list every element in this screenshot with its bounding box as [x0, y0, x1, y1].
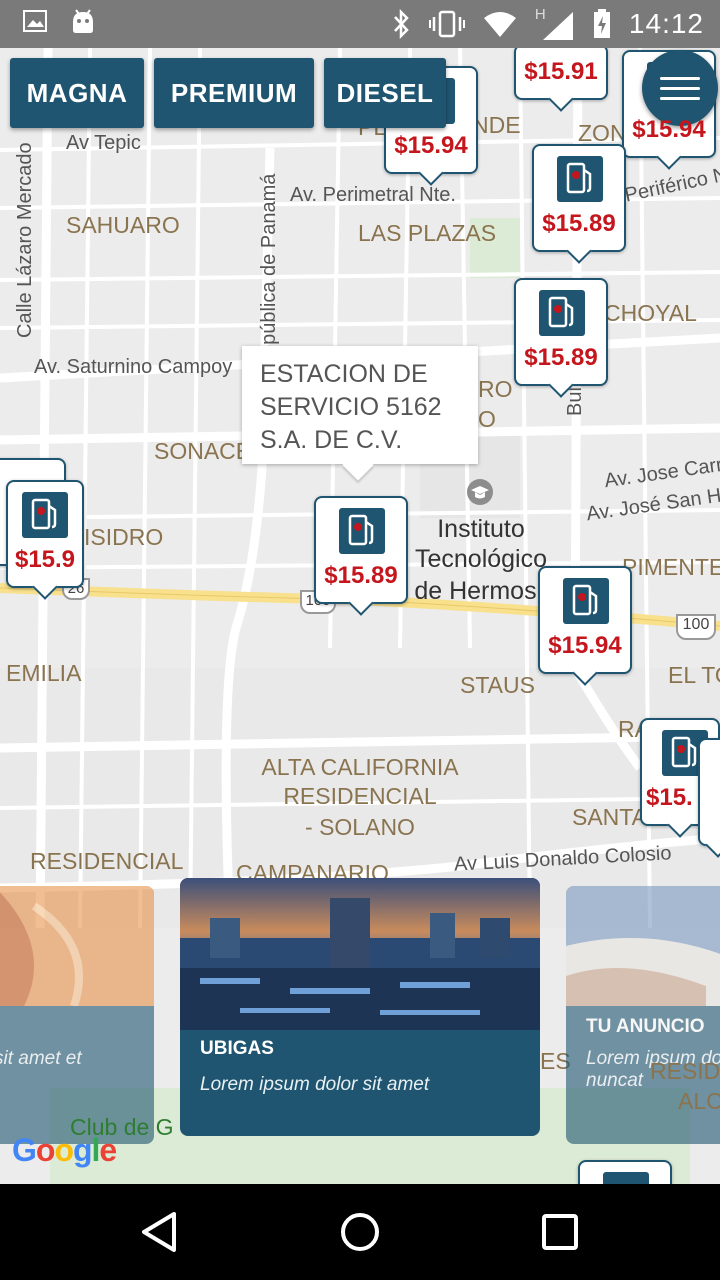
recents-button[interactable]	[530, 1204, 590, 1260]
battery-charging-icon	[593, 9, 610, 38]
back-icon	[142, 1212, 176, 1252]
image-icon	[23, 10, 47, 32]
neighborhood-label: ISIDRO	[84, 524, 164, 550]
price-label: $15.89	[542, 210, 616, 237]
map-view[interactable]: Av Tepic Calle Lázaro Mercado epública d…	[0, 48, 720, 1184]
price-label: $15.	[646, 784, 693, 811]
card-text: Lorem ipsum dolor sit amet	[200, 1074, 430, 1095]
ad-card[interactable]: UBIGAS Lorem ipsum dolor sit amet	[180, 878, 540, 1136]
neighborhood-label: PIMENTE	[622, 554, 720, 580]
neighborhood-label: SONACE	[154, 438, 252, 464]
google-logo: Google	[12, 1132, 117, 1168]
gas-pump-icon	[339, 508, 385, 554]
neighborhood-label: ALC	[678, 1088, 720, 1114]
card-text: sit amet et	[0, 1048, 82, 1069]
neighborhood-label: EL TO	[668, 662, 720, 688]
neighborhood-label: SAHUARO	[66, 212, 180, 238]
wifi-icon	[483, 12, 516, 37]
price-label: $15.89	[324, 562, 398, 589]
price-label: $15.94	[632, 116, 706, 143]
neighborhood-label: RESIDE	[650, 1058, 720, 1084]
neighborhood-label: RO	[478, 376, 513, 402]
clock: 14:12	[628, 8, 704, 39]
street-label: Av. Perimetral Nte.	[290, 184, 456, 206]
gas-station-marker[interactable]: $15.91	[514, 48, 608, 100]
station-info-window[interactable]: ESTACION DE SERVICIO 5162 S.A. DE C.V.	[242, 346, 478, 464]
diesel-filter-button[interactable]: DIESEL	[324, 58, 446, 128]
neighborhood-label: STAUS	[460, 672, 535, 698]
card-text: nuncat	[586, 1070, 644, 1091]
price-label: $15.89	[524, 344, 598, 371]
neighborhood-label: ALTA CALIFORNIA	[255, 752, 465, 783]
bluetooth-icon	[394, 9, 409, 39]
neighborhood-label-line: ALTA CALIFORNIA	[261, 754, 459, 780]
home-icon	[341, 1213, 379, 1251]
gas-station-marker[interactable]: $15.94	[538, 566, 632, 674]
home-button[interactable]	[330, 1204, 390, 1260]
gas-station-marker[interactable]	[578, 1160, 672, 1184]
status-bar: H 14:12	[0, 0, 720, 48]
gas-pump-icon	[563, 578, 609, 624]
gas-pump-icon	[603, 1172, 649, 1184]
price-label: $15.91	[524, 58, 598, 85]
price-label: $15.94	[548, 632, 622, 659]
card-title: TU ANUNCIO	[586, 1016, 705, 1037]
street-label: Calle Lázaro Mercado	[14, 142, 36, 338]
gas-pump-icon	[557, 156, 603, 202]
navigation-bar	[0, 1184, 720, 1280]
gas-station-marker[interactable]: $15.89	[314, 496, 408, 604]
neighborhood-label: ZON	[578, 120, 627, 146]
street-label: Bul	[564, 387, 586, 416]
street-label: epública de Panamá	[258, 173, 280, 356]
card-image	[180, 878, 540, 1030]
price-label: $15.9	[14, 546, 76, 573]
card-image	[0, 886, 154, 1006]
neighborhood-label-line: RESIDENCIAL	[283, 783, 437, 809]
street-label: Av Tepic	[66, 132, 141, 154]
school-icon	[467, 479, 493, 505]
gas-pump-icon	[22, 492, 68, 538]
neighborhood-label: EMILIA	[6, 660, 82, 686]
price-label: $15.94	[394, 132, 468, 159]
landmark-label-line: de Hermosil	[414, 577, 548, 605]
neighborhood-label: SANTA	[572, 804, 647, 830]
premium-filter-button[interactable]: PREMIUM	[154, 58, 314, 128]
vibrate-icon	[428, 10, 465, 38]
magna-filter-button[interactable]: MAGNA	[10, 58, 144, 128]
card-title: UBIGAS	[200, 1038, 274, 1059]
gas-station-marker[interactable]: $15.89	[514, 278, 608, 386]
card-image	[566, 886, 720, 1006]
hamburger-menu-icon[interactable]	[642, 50, 718, 126]
gas-pump-icon	[539, 290, 585, 336]
neighborhood-label-line: - SOLANO	[305, 814, 415, 840]
street-label: Av. Saturnino Campoy	[34, 356, 233, 378]
landmark-label: Instituto Tecnológico	[414, 515, 548, 573]
android-icon	[73, 9, 93, 33]
neighborhood-label: NDE	[472, 112, 521, 138]
neighborhood-label: CHOYAL	[604, 300, 697, 326]
ad-card[interactable]: sit amet et	[0, 886, 154, 1144]
gas-station-marker[interactable]: $15.89	[532, 144, 626, 252]
neighborhood-label: RESIDENCIAL	[30, 848, 184, 874]
gas-station-marker[interactable]: $15.9	[6, 480, 84, 588]
back-button[interactable]	[130, 1204, 190, 1260]
route-shield: 100	[676, 614, 716, 640]
neighborhood-label: O	[478, 406, 496, 432]
neighborhood-label: LAS PLAZAS	[358, 220, 497, 246]
signal-icon	[542, 12, 573, 40]
recents-icon	[542, 1214, 578, 1250]
